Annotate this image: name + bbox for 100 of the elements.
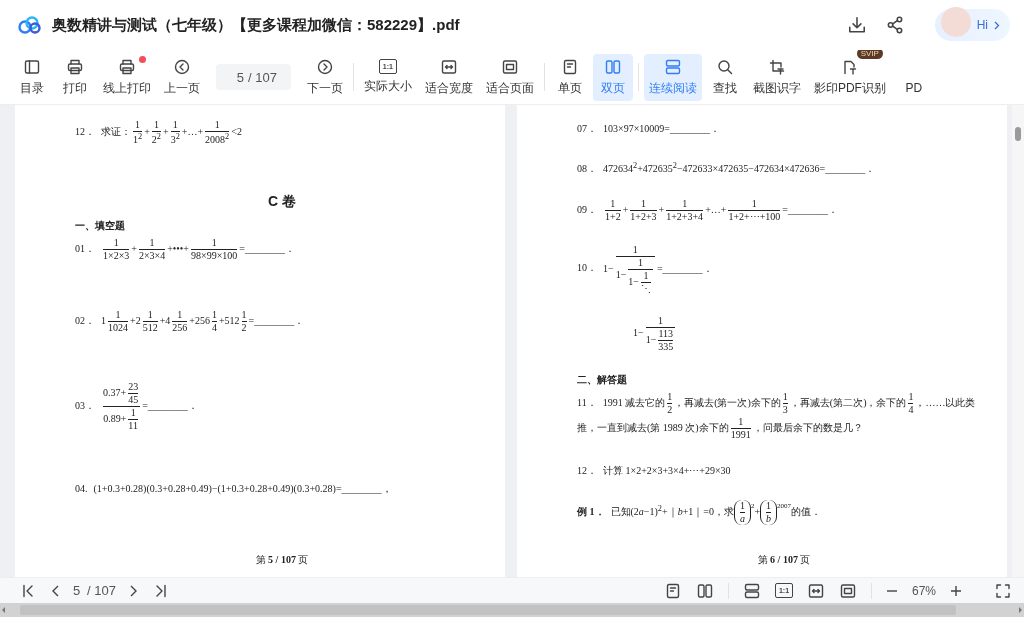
math-text: 1 <box>908 390 914 402</box>
profile-button[interactable]: Hi <box>934 9 1010 41</box>
problem-number: 02． <box>75 315 95 326</box>
math-text: 1 <box>147 309 153 321</box>
fullscreen-icon <box>994 581 1012 600</box>
math-text: 1+2+⋯+100 <box>728 211 781 223</box>
page-total: / 107 <box>248 69 277 85</box>
download-icon <box>846 15 867 35</box>
toolbar-button[interactable]: 双页 <box>592 53 633 101</box>
math-text: 1 <box>135 119 141 130</box>
toolbar-button[interactable]: 适合宽度 <box>419 53 478 101</box>
math-text: =________． <box>656 262 713 274</box>
fit-page-button[interactable] <box>838 581 857 600</box>
toolbar-button[interactable]: 打印 <box>55 53 95 101</box>
toolbar-button[interactable]: 查找 <box>704 53 745 101</box>
zoom-in-button[interactable] <box>950 584 962 597</box>
math-text: 1− <box>603 262 614 274</box>
toolbar-button[interactable]: 连续阅读 <box>643 53 702 101</box>
fit-width-icon <box>439 57 458 76</box>
toolbar-button[interactable]: 适合页面 <box>480 53 539 101</box>
math-text: 1+2+3 <box>630 211 657 223</box>
math-text: 1 <box>667 390 673 402</box>
double-page-icon <box>695 581 714 600</box>
math-text: 3 <box>782 403 788 415</box>
chevron-right-icon <box>994 20 1000 30</box>
math-text: 推，一直到减去(第 1989 次)余下的 <box>577 421 729 433</box>
math-text: 1 <box>657 314 663 326</box>
next-page-button[interactable] <box>129 584 137 597</box>
page-number-field[interactable]: 5 / 107 <box>216 64 291 90</box>
page-total: / 107 <box>87 583 116 598</box>
continuous-pages-icon <box>663 57 682 76</box>
math-text: +2 <box>130 315 141 326</box>
math-text: + <box>163 125 169 137</box>
math-text: 1×2×3 <box>103 250 130 262</box>
toolbar-button[interactable]: PD <box>893 55 934 99</box>
toolbar-button[interactable]: 目录 <box>12 53 52 101</box>
math-text: 1 <box>113 237 119 249</box>
math-text: 11 <box>128 420 138 432</box>
chevron-left-icon <box>52 584 59 597</box>
fullscreen-button[interactable] <box>994 581 1012 600</box>
continuous-pages-icon <box>742 581 761 600</box>
double-page-button[interactable] <box>695 581 714 600</box>
print-icon <box>118 57 136 76</box>
math-text: 求证： <box>101 125 131 137</box>
toolbar-button[interactable]: 下一页 <box>301 53 348 101</box>
math-text: 1+2+3+4 <box>666 211 704 223</box>
math-text: 3$^{2}$ <box>170 134 180 146</box>
next-icon <box>315 57 334 76</box>
previous-page-button[interactable] <box>52 584 59 597</box>
math-text: 1− <box>615 268 627 280</box>
math-text: 1 <box>643 269 649 281</box>
problem-number: 07． <box>577 123 597 134</box>
math-text: 2 <box>241 322 247 334</box>
page-input[interactable]: 5 <box>230 69 244 85</box>
fit-width-icon <box>806 581 825 600</box>
section-heading: 一、填空题 <box>75 219 126 234</box>
math-text: 1 <box>638 256 644 268</box>
math-text: 23 <box>128 381 139 393</box>
math-text: + <box>131 243 137 255</box>
print-icon <box>66 57 84 76</box>
math-text: 1 <box>153 119 159 130</box>
math-text: =________． <box>248 315 305 326</box>
plus-icon <box>950 584 962 597</box>
math-text: 1 <box>766 499 772 511</box>
problem-number: 12． <box>75 125 95 137</box>
minus-icon <box>885 588 898 593</box>
math-text: 1 <box>177 309 183 321</box>
problem-number: 04. <box>75 483 88 495</box>
avatar <box>940 7 971 37</box>
math-text: 472634$^{2}$+472635$^{2}$−472633×472635−472634×472636=________． <box>603 163 876 175</box>
toolbar-button[interactable]: SVIP 影印PDF识别 <box>808 53 891 101</box>
continuous-button[interactable] <box>742 581 761 600</box>
math-text: +256 <box>189 315 210 326</box>
problem-number: 09． <box>577 204 597 216</box>
math-text: ⋱ <box>640 282 651 294</box>
vertical-scrollbar[interactable] <box>1012 105 1024 577</box>
zoom-level: 67% <box>911 583 936 598</box>
double-page-icon <box>603 57 622 76</box>
toolbar-button[interactable]: 线上打印 <box>98 53 156 101</box>
math-text: 1 <box>632 243 638 255</box>
math-text: 2 <box>667 403 673 415</box>
math-text: 1 <box>115 309 121 321</box>
fit-width-button[interactable] <box>806 581 825 600</box>
cloud-logo-icon <box>18 16 42 34</box>
toolbar-button[interactable]: 上一页 <box>159 53 205 101</box>
toolbar-button[interactable]: 单页 <box>549 53 590 101</box>
problem-number: 例 1． <box>577 505 605 517</box>
horizontal-scrollbar[interactable] <box>0 603 1024 617</box>
previous-icon <box>173 57 191 76</box>
scrollbar-thumb[interactable] <box>1015 127 1021 141</box>
zoom-out-button[interactable] <box>885 588 898 593</box>
math-text: ，再减去(第二次)，余下的 <box>789 396 907 408</box>
toolbar-button[interactable]: 截图识字 <box>747 53 806 101</box>
math-text: + <box>754 505 761 517</box>
math-text: 1 <box>130 407 136 419</box>
math-text: 1 <box>172 119 178 130</box>
page-input[interactable]: 5 <box>73 583 83 598</box>
math-text: +4 <box>159 315 171 326</box>
crop-text-icon <box>767 57 786 76</box>
fit-page-icon <box>500 57 519 76</box>
